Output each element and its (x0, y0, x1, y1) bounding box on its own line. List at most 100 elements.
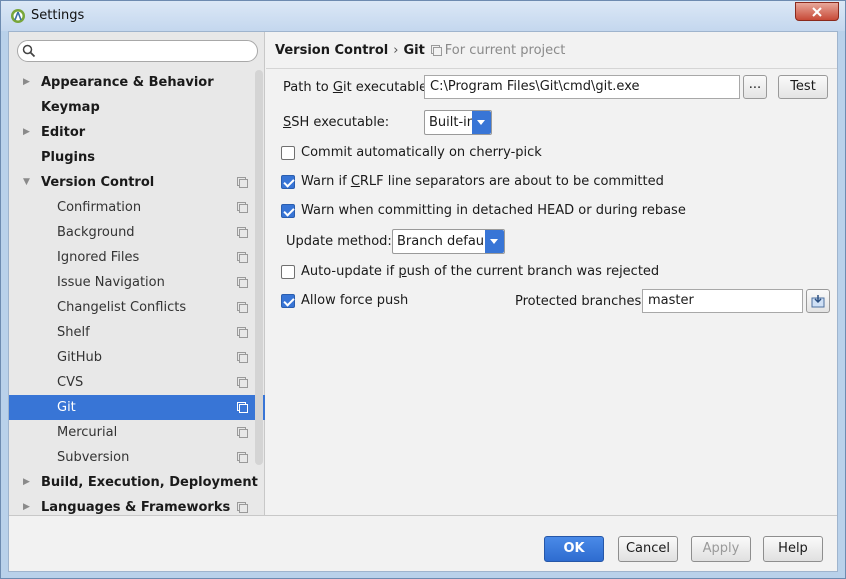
sidebar-item[interactable]: Ignored Files (9, 245, 265, 270)
search-icon (22, 44, 36, 58)
sidebar-item-label: Editor (41, 125, 86, 140)
project-scope-icon (237, 252, 248, 263)
sidebar-item-label: Background (57, 225, 135, 240)
import-icon (811, 295, 825, 308)
breadcrumb-current: Git (403, 43, 425, 58)
sidebar-item[interactable]: Background (9, 220, 265, 245)
cherry-pick-option[interactable]: Commit automatically on cherry-pick (281, 145, 542, 160)
project-scope-icon (237, 177, 248, 188)
collapsed-arrow-icon[interactable]: ▶ (23, 120, 30, 145)
sidebar-item-label: Ignored Files (57, 250, 140, 265)
protected-branches-field[interactable]: master (642, 289, 803, 313)
force-push-label: Allow force push (301, 293, 409, 308)
breadcrumb-separator: › (393, 43, 399, 58)
sidebar-item-label: Mercurial (57, 425, 118, 440)
project-scope-icon (237, 352, 248, 363)
sidebar-item[interactable]: CVS (9, 370, 265, 395)
sidebar-item-label: Languages & Frameworks (41, 500, 231, 515)
auto-update-option[interactable]: Auto-update if push of the current branc… (281, 264, 659, 279)
sidebar-item[interactable]: ▼ Version Control (9, 170, 265, 195)
sidebar-item-label: Subversion (57, 450, 130, 465)
update-method-label: Update method: (286, 234, 392, 249)
ok-button[interactable]: OK (544, 536, 604, 562)
sidebar-item[interactable]: ▶ Build, Execution, Deployment (9, 470, 265, 495)
sidebar-item-label: Shelf (57, 325, 90, 340)
expanded-arrow-icon[interactable]: ▼ (23, 170, 30, 195)
ssh-label: SSH executable: (283, 115, 390, 130)
project-scope-icon (430, 45, 442, 56)
cancel-button[interactable]: Cancel (618, 536, 678, 562)
dialog-content: ▶ Appearance & Behavior Keymap ▶ Editor Plugi… (8, 31, 838, 572)
git-path-field[interactable]: C:\Program Files\Git\cmd\git.exe (424, 75, 740, 99)
chevron-down-icon (472, 111, 491, 134)
sidebar-item[interactable]: GitHub (9, 345, 265, 370)
cherry-pick-checkbox[interactable] (281, 145, 295, 160)
sidebar-item-label: Version Control (41, 175, 155, 190)
sidebar-item[interactable]: ▶ Editor (9, 120, 265, 145)
update-method-value: Branch default (397, 234, 493, 249)
collapsed-arrow-icon[interactable]: ▶ (23, 470, 30, 495)
sidebar-item[interactable]: ▶ Appearance & Behavior (9, 70, 265, 95)
collapsed-arrow-icon[interactable]: ▶ (23, 70, 30, 95)
sidebar-item[interactable]: Issue Navigation (9, 270, 265, 295)
project-scope-icon (237, 202, 248, 213)
sidebar-item[interactable]: Shelf (9, 320, 265, 345)
detached-head-option[interactable]: Warn when committing in detached HEAD or… (281, 203, 686, 218)
settings-tree: ▶ Appearance & Behavior Keymap ▶ Editor Plugi… (9, 70, 265, 520)
sidebar-scrollbar[interactable] (255, 70, 263, 465)
project-scope-icon (237, 502, 248, 513)
project-scope-label: For current project (444, 43, 566, 58)
sidebar-item[interactable]: Plugins (9, 145, 265, 170)
force-push-checkbox[interactable] (281, 293, 295, 308)
crlf-warning-option[interactable]: Warn if CRLF line separators are about t… (281, 174, 664, 189)
project-scope-icon (237, 327, 248, 338)
sidebar-item-label: Confirmation (57, 200, 142, 215)
auto-update-checkbox[interactable] (281, 264, 295, 279)
collapsed-arrow-icon[interactable]: ▶ (23, 495, 30, 520)
help-button[interactable]: Help (763, 536, 823, 562)
sidebar-item-label: Plugins (41, 150, 95, 165)
protected-branches-label: Protected branches: (515, 294, 646, 309)
project-scope-icon (237, 427, 248, 438)
project-scope-icon (237, 377, 248, 388)
ssh-executable-select[interactable]: Built-in (424, 110, 492, 135)
close-button[interactable] (795, 2, 839, 21)
project-scope-icon (237, 277, 248, 288)
project-scope-icon (237, 302, 248, 313)
close-icon (812, 6, 822, 17)
breadcrumb-parent[interactable]: Version Control (275, 43, 388, 58)
cherry-pick-label: Commit automatically on cherry-pick (301, 145, 542, 160)
sidebar-item[interactable]: ▶ Languages & Frameworks (9, 495, 265, 520)
force-push-option[interactable]: Allow force push (281, 293, 408, 308)
search-input[interactable] (17, 40, 258, 62)
update-method-select[interactable]: Branch default (392, 229, 505, 254)
footer-divider (9, 515, 837, 516)
sidebar-item-label: Build, Execution, Deployment (41, 475, 258, 490)
detached-head-checkbox[interactable] (281, 203, 295, 218)
sidebar-item[interactable]: Keymap (9, 95, 265, 120)
header-divider (266, 68, 837, 69)
browse-button[interactable]: ... (743, 75, 767, 99)
crlf-warning-checkbox[interactable] (281, 174, 295, 189)
window-title: Settings (31, 8, 85, 23)
test-button[interactable]: Test (778, 75, 828, 99)
sidebar-item[interactable]: Mercurial (9, 420, 265, 445)
detached-head-label: Warn when committing in detached HEAD or… (301, 203, 686, 218)
sidebar-item-label: Git (57, 400, 76, 415)
project-scope-icon (237, 227, 248, 238)
git-path-label: Path to Git executable: (283, 80, 432, 95)
sidebar-item[interactable]: Confirmation (9, 195, 265, 220)
sidebar-item-label: CVS (57, 375, 84, 390)
project-scope-hint: For current project (430, 43, 566, 58)
sidebar-item[interactable]: Git (9, 395, 265, 420)
sidebar-item[interactable]: Changelist Conflicts (9, 295, 265, 320)
sidebar-item-label: Issue Navigation (57, 275, 165, 290)
android-studio-icon (11, 9, 25, 23)
ssh-executable-value: Built-in (429, 115, 476, 130)
sidebar-item[interactable]: Subversion (9, 445, 265, 470)
breadcrumb: Version Control › Git For current projec… (275, 43, 565, 58)
crlf-warning-label: Warn if CRLF line separators are about t… (301, 174, 664, 189)
auto-update-label: Auto-update if push of the current branc… (301, 264, 660, 279)
apply-button[interactable]: Apply (691, 536, 751, 562)
protected-branches-button[interactable] (806, 289, 830, 313)
